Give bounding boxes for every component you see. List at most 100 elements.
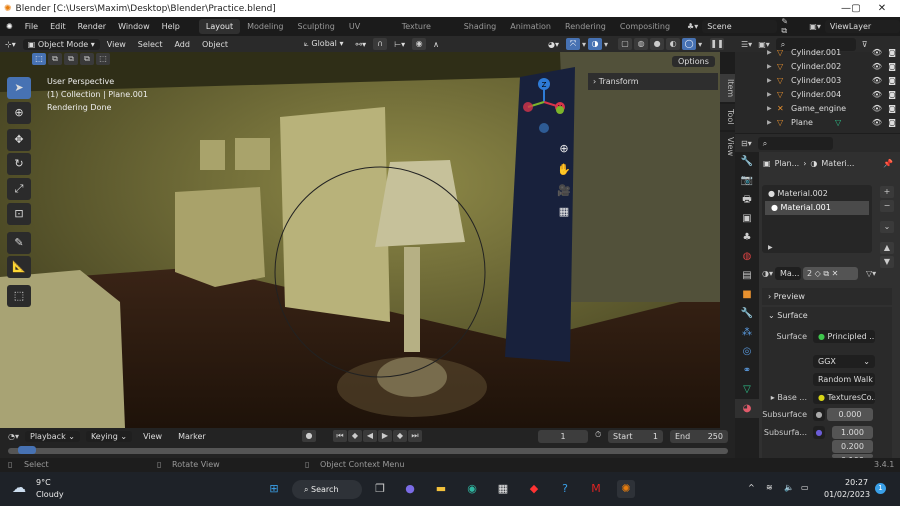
next-keyframe-icon[interactable]: ◆ xyxy=(393,430,407,442)
menu-select[interactable]: Select xyxy=(133,39,168,50)
gizmo-neg-z-axis[interactable] xyxy=(539,123,549,133)
battery-icon[interactable]: ▭ xyxy=(801,483,809,492)
surface-shader-field[interactable]: ● Principled ... xyxy=(813,330,875,343)
outliner-item[interactable]: ▶ ▽ Cylinder.004 👁 ◙ xyxy=(735,87,900,101)
options-button[interactable]: Options xyxy=(672,56,715,67)
playback-menu[interactable]: Playback ⌄ xyxy=(25,430,80,442)
radius-y-field[interactable]: 0.200 xyxy=(832,440,873,453)
outliner-item[interactable]: ▶ ▽ Cylinder.002 👁 ◙ xyxy=(735,59,900,73)
add-slot-button[interactable]: + xyxy=(880,186,894,198)
gizmo-dropdown-icon[interactable]: ▾ xyxy=(582,40,586,49)
pin-icon[interactable]: ✎ ⧉ xyxy=(781,17,795,36)
subsurface-method-select[interactable]: Random Walk xyxy=(813,373,875,386)
solid-shading-icon[interactable]: ● xyxy=(650,38,665,50)
gizmo-toggle-icon[interactable]: ⤧ xyxy=(566,38,581,50)
select-extend-icon[interactable]: ⧉ xyxy=(48,53,62,65)
view-layer-selector[interactable]: ViewLayer xyxy=(824,20,900,33)
transform-tool-icon[interactable]: ⊡ xyxy=(7,203,31,225)
select-subtract-icon[interactable]: ⧉ xyxy=(64,53,78,65)
jump-start-icon[interactable]: ⏮ xyxy=(333,430,347,442)
collection-tab-icon[interactable]: ▤ xyxy=(735,266,759,285)
3d-viewport[interactable]: ⬚ ⧉ ⧉ ⧉ ⬚ ➤ ⊕ ✥ ↻ ⤢ ⊡ ✎ 📐 ⬚ User Perspec… xyxy=(0,52,720,428)
taskbar-search[interactable]: ⌕ Search xyxy=(292,480,362,499)
snap-target-icon[interactable]: ⊢▾ xyxy=(389,39,410,50)
tab-rendering[interactable]: Rendering xyxy=(558,19,613,34)
link-icon[interactable]: ▽▾ xyxy=(866,269,876,278)
mode-selector[interactable]: ▣ Object Mode ▾ xyxy=(22,38,100,50)
radius-x-field[interactable]: 1.000 xyxy=(832,426,873,439)
wireframe-shading-icon[interactable]: ◍ xyxy=(634,38,649,50)
camera-icon[interactable]: ◙ xyxy=(888,90,896,99)
tab-modeling[interactable]: Modeling xyxy=(240,19,290,34)
store-icon[interactable]: ▦ xyxy=(494,480,512,498)
cloud-icon[interactable]: ☁ xyxy=(12,480,26,496)
constraints-tab-icon[interactable]: ⚭ xyxy=(735,361,759,380)
eye-icon[interactable]: 👁 xyxy=(872,76,882,85)
outliner-item[interactable]: ▶ ▽ Cylinder.001 👁 ◙ xyxy=(735,45,900,59)
material-slot-list[interactable]: ● Material.002 ● Material.001 ▶ xyxy=(762,185,872,253)
menu-add[interactable]: Add xyxy=(169,39,195,50)
overlay-toggle-icon[interactable]: ◑ xyxy=(588,38,603,50)
base-color-field[interactable]: ● TexturesCo... xyxy=(813,391,875,404)
pivot-icon[interactable]: ⚯▾ xyxy=(350,39,371,50)
scene-selector[interactable]: Scene xyxy=(702,20,778,33)
n-tab-tool[interactable]: Tool xyxy=(720,104,735,130)
blender-menu-icon[interactable]: ✺ xyxy=(0,22,19,31)
move-slot-up-button[interactable]: ▲ xyxy=(880,242,894,254)
file-explorer-icon[interactable]: ▬ xyxy=(432,480,450,498)
xray-icon[interactable]: ▢ xyxy=(618,38,633,50)
maximize-button[interactable]: ▢ xyxy=(842,0,870,17)
record-icon[interactable]: ● xyxy=(302,430,316,442)
surface-panel-header[interactable]: ⌄ Surface xyxy=(768,311,808,320)
camera-icon[interactable]: ◙ xyxy=(888,118,896,127)
camera-icon[interactable]: ◙ xyxy=(888,76,896,85)
camera-icon[interactable]: ◙ xyxy=(888,48,896,57)
help-icon[interactable]: ? xyxy=(556,480,574,498)
pan-hand-icon[interactable]: ✋ xyxy=(556,159,572,180)
eye-icon[interactable]: 👁 xyxy=(872,48,882,57)
subsurface-socket[interactable]: ● xyxy=(813,408,825,421)
outliner-item[interactable]: ▶ ▽ Cylinder.003 👁 ◙ xyxy=(735,73,900,87)
outliner-item[interactable]: ▶ ✕ Game_engine 👁 ◙ xyxy=(735,101,900,115)
view-layer-icon[interactable]: ▣▾ xyxy=(809,22,821,31)
menu-object[interactable]: Object xyxy=(197,39,233,50)
current-frame-field[interactable]: 1 xyxy=(538,430,588,443)
move-tool-icon[interactable]: ✥ xyxy=(7,129,31,151)
n-tab-item[interactable]: Item xyxy=(720,74,735,102)
data-tab-icon[interactable]: ▽ xyxy=(735,380,759,399)
gizmo-y-axis[interactable] xyxy=(556,106,564,114)
grid-perspective-icon[interactable]: ▦ xyxy=(556,201,572,222)
pin-icon[interactable]: 📌 xyxy=(883,159,893,173)
pause-render-icon[interactable]: ❚❚ xyxy=(710,38,725,50)
render-tab-icon[interactable]: 📷 xyxy=(735,171,759,190)
properties-search[interactable]: ⌕ xyxy=(757,136,833,150)
weather[interactable]: Cloudy xyxy=(36,490,64,499)
tab-texture-paint[interactable]: Texture Paint xyxy=(395,19,457,46)
clock-time[interactable]: 20:27 xyxy=(845,478,868,487)
scene-tab-icon[interactable]: ♣ xyxy=(735,228,759,247)
annotate-tool-icon[interactable]: ✎ xyxy=(7,232,31,254)
overlay-dropdown-icon[interactable]: ▾ xyxy=(604,40,608,49)
camera-icon[interactable]: ◙ xyxy=(888,104,896,113)
scene-icon[interactable]: ♣▾ xyxy=(687,22,698,31)
eye-icon[interactable]: 👁 xyxy=(872,90,882,99)
playhead[interactable] xyxy=(18,446,36,454)
navigation-gizmo[interactable]: Z X xyxy=(520,76,570,136)
close-button[interactable]: ✕ xyxy=(868,0,896,17)
camera-icon[interactable]: ◙ xyxy=(888,62,896,71)
material-slot-selected[interactable]: ● Material.001 xyxy=(765,201,869,215)
app-diamond-icon[interactable]: ◆ xyxy=(525,480,543,498)
properties-editor-type-icon[interactable]: ⊟▾ xyxy=(741,139,752,148)
physics-tab-icon[interactable]: ◎ xyxy=(735,342,759,361)
keying-menu[interactable]: Keying ⌄ xyxy=(85,430,133,442)
menu-file[interactable]: File xyxy=(19,22,44,31)
transform-panel-header[interactable]: › Transform xyxy=(588,73,718,90)
camera-view-icon[interactable]: 🎥 xyxy=(556,180,572,201)
prev-keyframe-icon[interactable]: ◆ xyxy=(348,430,362,442)
clock-date[interactable]: 01/02/2023 xyxy=(824,490,870,499)
cursor-tool-icon[interactable]: ⊕ xyxy=(7,102,31,124)
proportional-edit-icon[interactable]: ◉ xyxy=(412,38,427,50)
menu-window[interactable]: Window xyxy=(112,22,156,31)
select-box-tool-icon[interactable]: ➤ xyxy=(7,77,31,99)
teams-icon[interactable]: ● xyxy=(401,480,419,498)
